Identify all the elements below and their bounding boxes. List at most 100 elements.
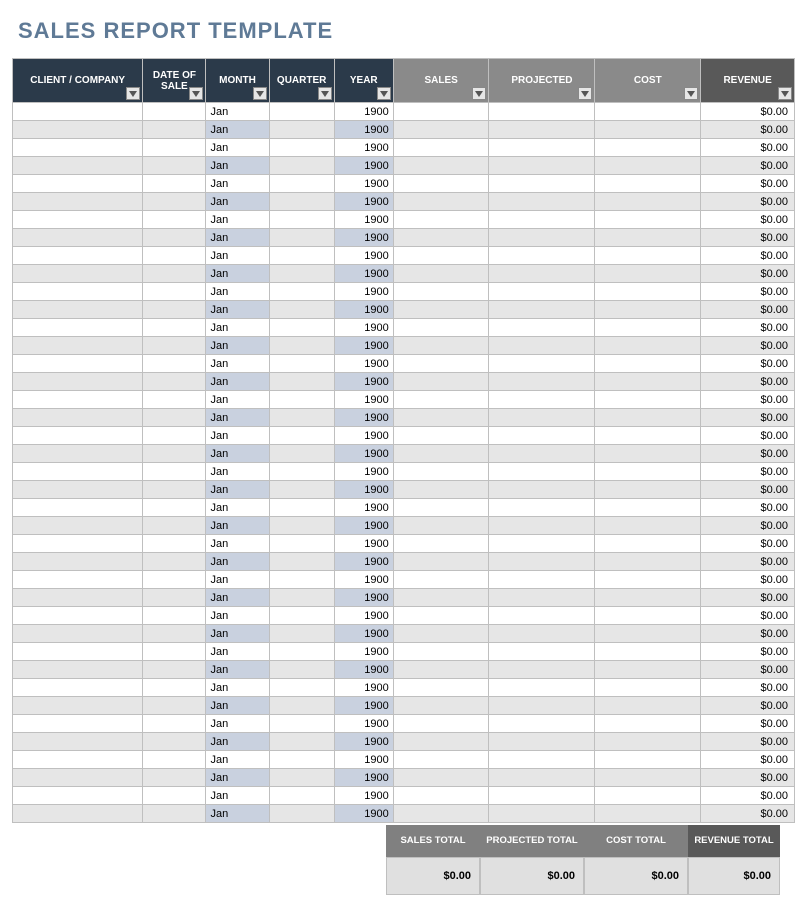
cell-projected[interactable] — [489, 589, 595, 607]
cell-cost[interactable] — [595, 103, 701, 121]
cell-year[interactable]: 1900 — [334, 121, 393, 139]
cell-cost[interactable] — [595, 571, 701, 589]
cell-year[interactable]: 1900 — [334, 661, 393, 679]
cell-month[interactable]: Jan — [206, 787, 269, 805]
cell-year[interactable]: 1900 — [334, 607, 393, 625]
cell-quarter[interactable] — [269, 121, 334, 139]
cell-quarter[interactable] — [269, 535, 334, 553]
cell-year[interactable]: 1900 — [334, 445, 393, 463]
cell-sales[interactable] — [393, 625, 489, 643]
cell-month[interactable]: Jan — [206, 805, 269, 823]
cell-year[interactable]: 1900 — [334, 535, 393, 553]
cell-projected[interactable] — [489, 643, 595, 661]
cell-projected[interactable] — [489, 697, 595, 715]
cell-month[interactable]: Jan — [206, 607, 269, 625]
cell-sales[interactable] — [393, 481, 489, 499]
cell-projected[interactable] — [489, 733, 595, 751]
cell-cost[interactable] — [595, 283, 701, 301]
cell-revenue[interactable]: $0.00 — [701, 193, 795, 211]
cell-cost[interactable] — [595, 643, 701, 661]
cell-client[interactable] — [13, 409, 143, 427]
cell-projected[interactable] — [489, 463, 595, 481]
cell-projected[interactable] — [489, 373, 595, 391]
cell-projected[interactable] — [489, 481, 595, 499]
cell-date[interactable] — [143, 193, 206, 211]
cell-projected[interactable] — [489, 175, 595, 193]
cell-revenue[interactable]: $0.00 — [701, 139, 795, 157]
filter-date-button[interactable] — [189, 87, 203, 100]
cell-revenue[interactable]: $0.00 — [701, 643, 795, 661]
cell-date[interactable] — [143, 697, 206, 715]
cell-quarter[interactable] — [269, 193, 334, 211]
cell-client[interactable] — [13, 319, 143, 337]
cell-year[interactable]: 1900 — [334, 679, 393, 697]
cell-quarter[interactable] — [269, 571, 334, 589]
cell-client[interactable] — [13, 733, 143, 751]
cell-revenue[interactable]: $0.00 — [701, 355, 795, 373]
cell-client[interactable] — [13, 769, 143, 787]
cell-date[interactable] — [143, 157, 206, 175]
cell-cost[interactable] — [595, 427, 701, 445]
cell-client[interactable] — [13, 139, 143, 157]
cell-cost[interactable] — [595, 733, 701, 751]
cell-projected[interactable] — [489, 409, 595, 427]
cell-month[interactable]: Jan — [206, 139, 269, 157]
filter-month-button[interactable] — [253, 87, 267, 100]
cell-revenue[interactable]: $0.00 — [701, 679, 795, 697]
cell-date[interactable] — [143, 355, 206, 373]
cell-date[interactable] — [143, 229, 206, 247]
cell-sales[interactable] — [393, 355, 489, 373]
cell-projected[interactable] — [489, 553, 595, 571]
cell-projected[interactable] — [489, 265, 595, 283]
cell-month[interactable]: Jan — [206, 157, 269, 175]
cell-quarter[interactable] — [269, 463, 334, 481]
cell-projected[interactable] — [489, 247, 595, 265]
cell-sales[interactable] — [393, 121, 489, 139]
cell-month[interactable]: Jan — [206, 481, 269, 499]
cell-client[interactable] — [13, 301, 143, 319]
cell-sales[interactable] — [393, 103, 489, 121]
cell-date[interactable] — [143, 211, 206, 229]
cell-month[interactable]: Jan — [206, 337, 269, 355]
cell-projected[interactable] — [489, 193, 595, 211]
cell-revenue[interactable]: $0.00 — [701, 337, 795, 355]
cell-client[interactable] — [13, 499, 143, 517]
cell-client[interactable] — [13, 481, 143, 499]
cell-client[interactable] — [13, 751, 143, 769]
cell-cost[interactable] — [595, 715, 701, 733]
cell-date[interactable] — [143, 517, 206, 535]
cell-projected[interactable] — [489, 607, 595, 625]
cell-month[interactable]: Jan — [206, 193, 269, 211]
cell-client[interactable] — [13, 391, 143, 409]
cell-date[interactable] — [143, 589, 206, 607]
filter-sales-button[interactable] — [472, 87, 486, 100]
cell-sales[interactable] — [393, 193, 489, 211]
cell-sales[interactable] — [393, 751, 489, 769]
cell-year[interactable]: 1900 — [334, 265, 393, 283]
cell-month[interactable]: Jan — [206, 661, 269, 679]
cell-sales[interactable] — [393, 175, 489, 193]
cell-date[interactable] — [143, 103, 206, 121]
cell-month[interactable]: Jan — [206, 301, 269, 319]
cell-date[interactable] — [143, 787, 206, 805]
cell-projected[interactable] — [489, 427, 595, 445]
cell-year[interactable]: 1900 — [334, 571, 393, 589]
cell-client[interactable] — [13, 571, 143, 589]
cell-month[interactable]: Jan — [206, 751, 269, 769]
cell-sales[interactable] — [393, 247, 489, 265]
cell-quarter[interactable] — [269, 517, 334, 535]
cell-cost[interactable] — [595, 229, 701, 247]
filter-quarter-button[interactable] — [318, 87, 332, 100]
cell-revenue[interactable]: $0.00 — [701, 697, 795, 715]
cell-month[interactable]: Jan — [206, 427, 269, 445]
cell-year[interactable]: 1900 — [334, 697, 393, 715]
cell-cost[interactable] — [595, 607, 701, 625]
cell-date[interactable] — [143, 805, 206, 823]
cell-client[interactable] — [13, 805, 143, 823]
cell-revenue[interactable]: $0.00 — [701, 463, 795, 481]
cell-cost[interactable] — [595, 319, 701, 337]
cell-cost[interactable] — [595, 373, 701, 391]
cell-revenue[interactable]: $0.00 — [701, 625, 795, 643]
cell-date[interactable] — [143, 769, 206, 787]
cell-month[interactable]: Jan — [206, 409, 269, 427]
